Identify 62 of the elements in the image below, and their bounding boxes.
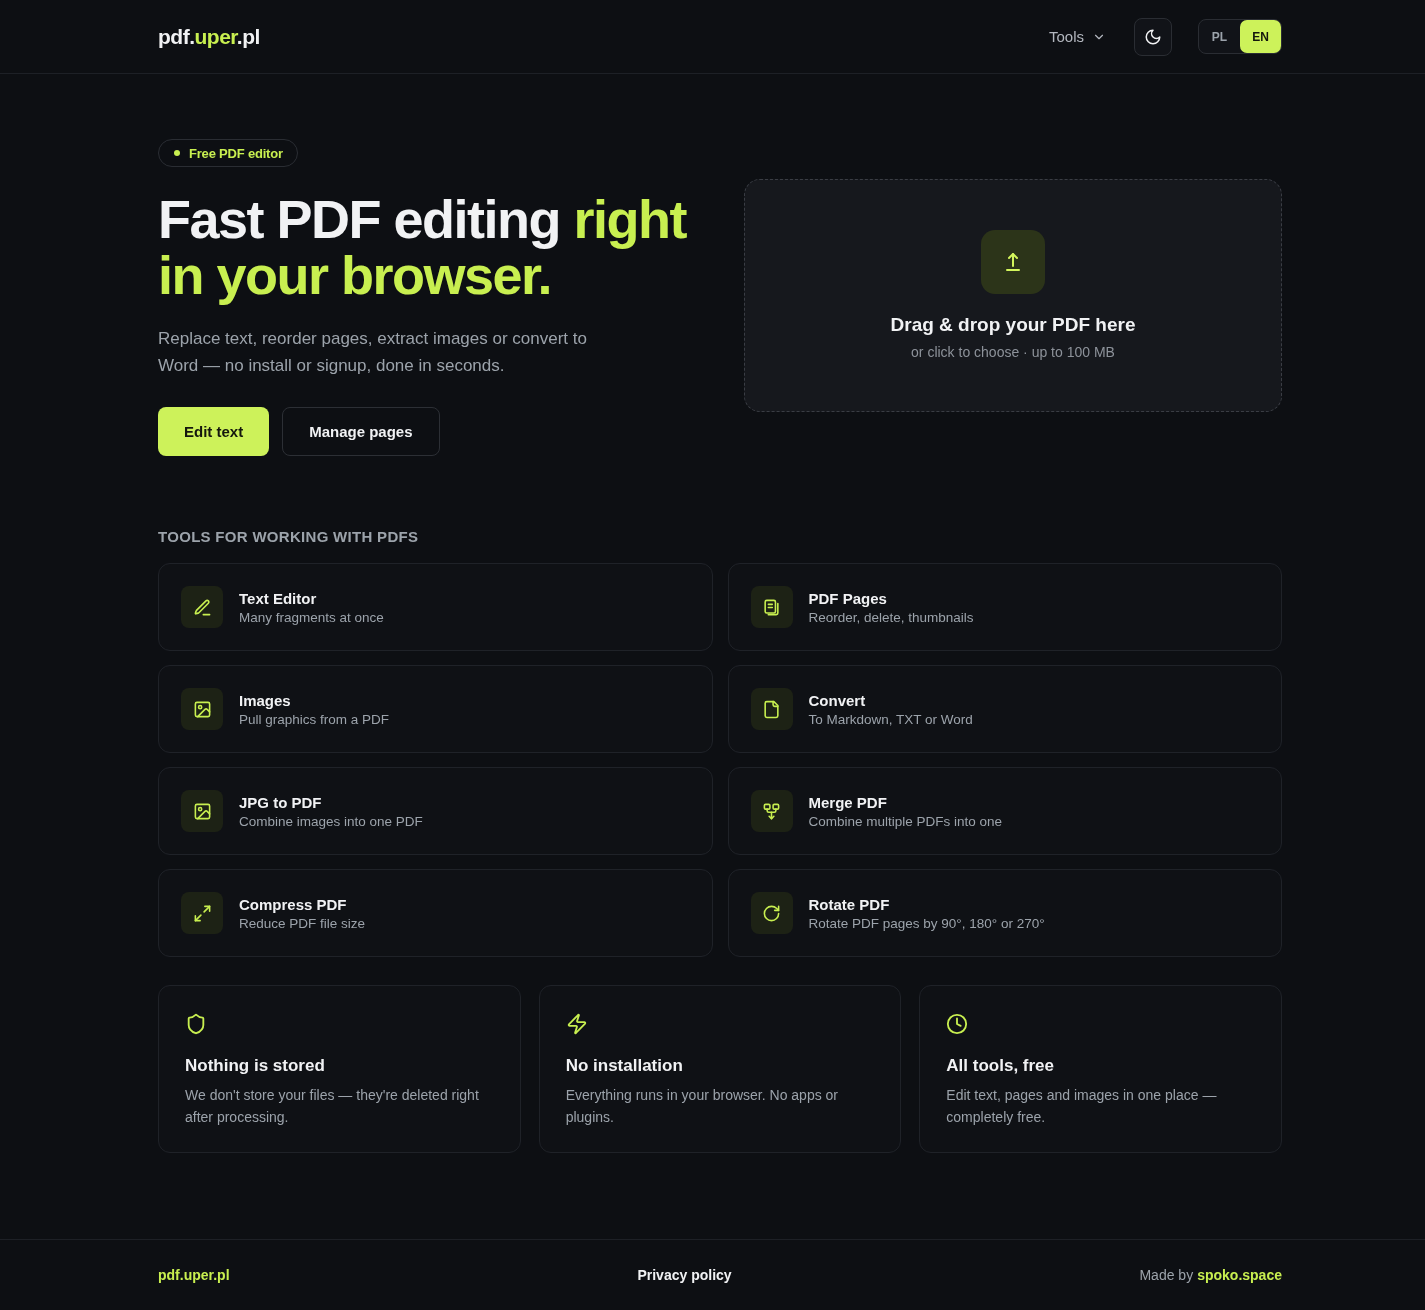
tool-title: Text Editor [239,589,318,607]
tool-description: Rotate PDF pages by 90°, 180° or 270° [808,915,1045,931]
site-logo[interactable]: pdf.uper.pl [158,24,260,49]
tool-title: Convert [808,691,867,709]
merge-icon [750,790,793,832]
footer-logo[interactable]: pdf.uper.pl [158,1267,230,1283]
tool-card[interactable]: Images Pull graphics from a PDF [158,665,713,753]
edit-text-button[interactable]: Edit text [158,407,270,456]
tool-title: Merge PDF [808,793,888,811]
rotate-icon [750,892,793,934]
tool-card[interactable]: PDF Pages Reorder, delete, thumbnails [727,563,1282,651]
tool-description: To Markdown, TXT or Word [808,711,973,727]
tool-description: Many fragments at once [239,609,384,625]
privacy-policy-link[interactable]: Privacy policy [637,1267,732,1283]
lightning-icon [565,1013,588,1035]
tool-description: Combine images into one PDF [239,813,423,829]
feature-title: No installation [565,1056,684,1076]
tool-card[interactable]: Rotate PDF Rotate PDF pages by 90°, 180° or 270° [727,869,1282,957]
document-icon [750,688,793,730]
theme-toggle-button[interactable] [1134,17,1172,56]
tools-menu-button[interactable]: Tools [1048,24,1106,49]
feature-description: We don't store your files — they're deleted right after processing. [185,1086,480,1127]
upload-icon [981,230,1045,294]
tool-title: Rotate PDF [808,895,891,913]
tool-title: Compress PDF [239,895,348,913]
tool-description: Reorder, delete, thumbnails [808,609,974,625]
section-heading: TOOLS FOR WORKING WITH PDFS [158,528,420,545]
expand-arrows-icon [181,892,223,934]
hero-headline: Fast PDF editing right in your browser. [158,191,688,303]
hero-description: Replace text, reorder pages, extract images or convert to Word — no install or signup, done in seconds. [158,328,588,377]
tool-card[interactable]: Convert To Markdown, TXT or Word [727,665,1282,753]
pencil-icon [181,586,223,628]
language-option[interactable]: EN [1240,20,1281,53]
tool-description: Combine multiple PDFs into one [808,813,1003,829]
language-option[interactable]: PL [1199,20,1240,53]
feature-title: All tools, free [946,1056,1055,1076]
documents-icon [750,586,793,628]
tool-description: Reduce PDF file size [239,915,366,931]
upload-hint: or click to choose · up to 100 MB [911,344,1115,360]
tool-description: Pull graphics from a PDF [239,711,390,727]
feature-title: Nothing is stored [185,1056,326,1076]
dot-icon [174,150,180,156]
clock-icon [946,1013,969,1035]
credit-label: Made by [1139,1267,1194,1283]
feature-description: Everything runs in your browser. No apps or plugins. [565,1086,839,1127]
tool-card[interactable]: JPG to PDF Combine images into one PDF [158,767,713,855]
tool-title: PDF Pages [808,589,888,607]
badge-label: Free PDF editor [189,145,283,161]
upload-dropzone[interactable]: Drag & drop your PDF here or click to choose · up to 100 MB [744,179,1282,412]
upload-title: Drag & drop your PDF here [890,314,1136,336]
feature-description: Edit text, pages and images in one place — completely free. [946,1086,1218,1127]
credit-link[interactable]: spoko.space [1197,1267,1282,1283]
tool-card[interactable]: Compress PDF Reduce PDF file size [158,869,713,957]
tool-title: JPG to PDF [239,793,323,811]
image-icon [181,688,223,730]
manage-pages-button[interactable]: Manage pages [282,407,440,456]
image-icon [181,790,223,832]
tool-card[interactable]: Text Editor Many fragments at once [158,563,713,651]
tool-card[interactable]: Merge PDF Combine multiple PDFs into one [727,767,1282,855]
moon-icon [1144,27,1162,46]
tool-title: Images [239,691,292,709]
shield-icon [185,1013,207,1035]
